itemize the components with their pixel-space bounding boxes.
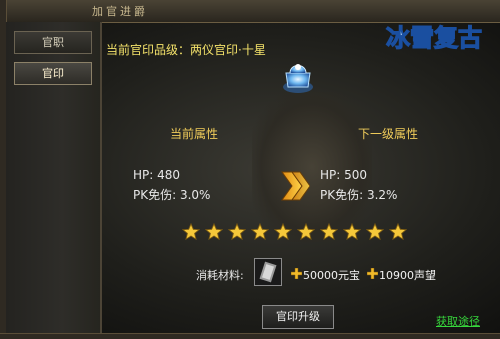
seal-icon (283, 64, 313, 93)
cost-label: 消耗材料: (196, 269, 244, 282)
current-pk-reduction: PK免伤: 3.0% (133, 188, 211, 202)
tab-official-seal[interactable]: 官印 (14, 62, 92, 85)
get-source-link[interactable]: 获取途径 (436, 313, 480, 329)
star-icon (320, 223, 338, 241)
star-icon (297, 223, 315, 241)
star-icon (251, 223, 269, 241)
game-window: { "window": { "title": "加官进爵" }, "logo":… (0, 0, 500, 339)
cost-prestige: 10900声望 (379, 269, 436, 282)
current-attributes-title: 当前属性 (170, 127, 219, 141)
window-title: 加官进爵 (92, 5, 148, 18)
tab-official-post[interactable]: 官职 (14, 31, 92, 54)
sidebar: 官职 官印 (6, 22, 102, 333)
star-icon (343, 223, 361, 241)
background-pillar (252, 92, 372, 242)
cost-gold: 50000元宝 (303, 269, 360, 282)
next-attributes-title: 下一级属性 (358, 127, 419, 141)
current-hp: HP: 480 (133, 168, 181, 182)
next-hp: HP: 500 (320, 168, 368, 182)
frame-bottom-border (0, 333, 500, 339)
plus-icon (367, 268, 378, 279)
star-icon (205, 223, 223, 241)
star-icon (274, 223, 292, 241)
next-pk-reduction: PK免伤: 3.2% (320, 188, 398, 202)
star-icon (389, 223, 407, 241)
star-icon (182, 223, 200, 241)
star-icon (366, 223, 384, 241)
material-slot[interactable] (254, 258, 282, 286)
star-icon (228, 223, 246, 241)
double-arrow-icon (281, 171, 310, 201)
current-rank-label: 当前官印品级：两仪官印·十星 (106, 43, 266, 57)
seal-upgrade-button[interactable]: 官印升级 (262, 305, 334, 329)
plus-icon (291, 268, 302, 279)
material-item-icon (259, 261, 277, 283)
